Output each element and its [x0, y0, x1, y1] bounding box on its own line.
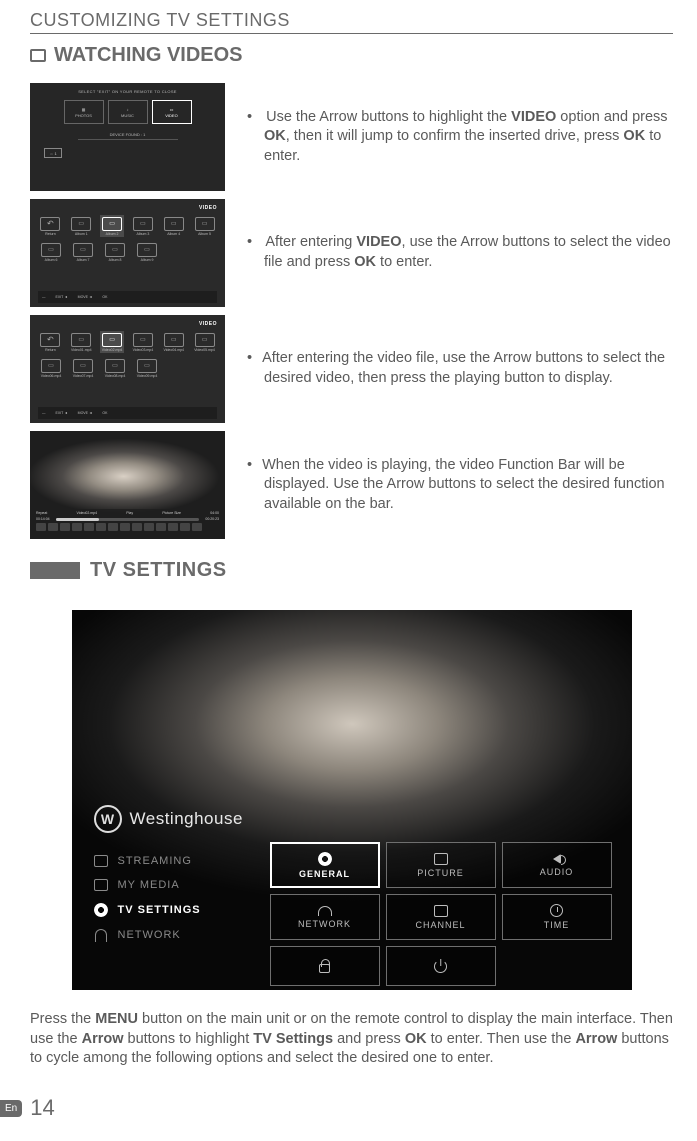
thumb3-video: ▭Video04.mp4: [161, 331, 186, 353]
thumb1-usb: ⇔ 1: [44, 148, 62, 158]
tile-picture[interactable]: PICTURE: [386, 842, 496, 888]
step-1-text: Use the Arrow buttons to highlight the V…: [247, 108, 673, 167]
step-3-text: After entering the video file, use the A…: [247, 349, 673, 388]
tv-settings-paragraph: Press the MENU button on the main unit o…: [30, 1010, 673, 1069]
thumb2-album: ▭Album 7: [70, 241, 96, 263]
menu-tv-settings[interactable]: TV SETTINGS: [94, 903, 243, 917]
thumb3-video: ▭Video03.mp4: [130, 331, 155, 353]
thumb3-video: ▭Video09.mp4: [134, 357, 160, 379]
gear-icon: [318, 852, 332, 866]
thumb4-time-left: 00:14:04: [36, 517, 50, 521]
thumb2-bottombar: —EXIT ◄MOVE ◄OK: [38, 291, 217, 303]
thumb4-buttons: [36, 523, 219, 531]
thumb2-album: ▭Album 8: [102, 241, 128, 263]
section-watching-videos-title: WATCHING VIDEOS: [30, 44, 673, 67]
page-header: CUSTOMIZING TV SETTINGS: [30, 10, 673, 34]
thumb-playback: Repeat Video02.mp4 Play Picture Size 04:…: [30, 431, 225, 539]
thumb1-card-video: ▭VIDEO: [152, 100, 192, 124]
list-icon: [434, 905, 448, 917]
brand: W Westinghouse: [94, 805, 243, 833]
menu-network[interactable]: NETWORK: [94, 929, 243, 941]
thumb2-album: ▭Album 1: [69, 215, 94, 237]
thumb2-album: ▭Album 6: [38, 241, 64, 263]
thumb2-header: VIDEO: [38, 205, 217, 211]
tile-time[interactable]: TIME: [502, 894, 612, 940]
thumb3-video: ▭Video08.mp4: [102, 357, 128, 379]
thumb3-video: ▭Video01.mp4: [69, 331, 94, 353]
step-2: VIDEO ↶Return ▭Album 1 ▭Album 2 ▭Album 3…: [30, 199, 673, 307]
tile-channel[interactable]: CHANNEL: [386, 894, 496, 940]
step-4-text: When the video is playing, the video Fun…: [247, 456, 673, 515]
page-footer: En 14: [0, 1095, 55, 1121]
title-stripe: [30, 562, 80, 579]
clock-icon: [550, 904, 563, 917]
gear-icon: [94, 903, 108, 917]
speaker-icon: [553, 854, 561, 864]
thumb1-device-label: DEVICE FOUND : 1: [110, 132, 146, 137]
tile-power[interactable]: [386, 946, 496, 986]
monitor-icon: [94, 855, 108, 867]
thumb3-header: VIDEO: [38, 321, 217, 327]
thumb1-card-photos: ▦PHOTOS: [64, 100, 104, 124]
section-title-text: WATCHING VIDEOS: [54, 44, 243, 67]
step-4: Repeat Video02.mp4 Play Picture Size 04:…: [30, 431, 673, 539]
video-section-icon: [30, 49, 46, 62]
thumb1-divider: [78, 139, 178, 140]
thumb3-video: ▭Video06.mp4: [38, 357, 64, 379]
menu-streaming[interactable]: STREAMING: [94, 855, 243, 867]
thumb2-album-selected: ▭Album 2: [100, 215, 125, 237]
wifi-icon: [94, 929, 108, 941]
thumb3-video-selected: ▭Video02.mp4: [100, 331, 125, 353]
tile-general[interactable]: GENERAL: [270, 842, 380, 888]
step-2-text: After entering VIDEO, use the Arrow butt…: [247, 233, 673, 272]
tv-settings-label: TV SETTINGS: [90, 559, 227, 582]
step-1: SELECT "EXIT" ON YOUR REMOTE TO CLOSE ▦P…: [30, 83, 673, 191]
tile-network[interactable]: NETWORK: [270, 894, 380, 940]
thumb-video-grid: VIDEO ↶Return ▭Video01.mp4 ▭Video02.mp4 …: [30, 315, 225, 423]
step-3: VIDEO ↶Return ▭Video01.mp4 ▭Video02.mp4 …: [30, 315, 673, 423]
lock-icon: [319, 964, 330, 973]
thumb3-bottombar: —EXIT ◄MOVE ◄OK: [38, 407, 217, 419]
thumb2-album: ▭Album 9: [134, 241, 160, 263]
thumb1-card-music: ♪MUSIC: [108, 100, 148, 124]
thumb-album-grid: VIDEO ↶Return ▭Album 1 ▭Album 2 ▭Album 3…: [30, 199, 225, 307]
thumb2-return: ↶Return: [38, 215, 63, 237]
section-tv-settings-title: TV SETTINGS: [30, 559, 673, 582]
thumb2-album: ▭Album 5: [192, 215, 217, 237]
thumb3-video: ▭Video05.mp4: [192, 331, 217, 353]
menu-my-media[interactable]: MY MEDIA: [94, 879, 243, 891]
thumb3-return: ↶Return: [38, 331, 63, 353]
tile-audio[interactable]: AUDIO: [502, 842, 612, 888]
brand-logo-icon: W: [94, 805, 122, 833]
settings-tiles: GENERAL PICTURE AUDIO NETWORK CHANNEL TI…: [270, 842, 612, 990]
camera-icon: [94, 879, 108, 891]
monitor-icon: [434, 853, 448, 865]
thumb3-video: ▭Video07.mp4: [70, 357, 96, 379]
thumb1-top-label: SELECT "EXIT" ON YOUR REMOTE TO CLOSE: [78, 89, 177, 94]
footer-lang: En: [0, 1100, 22, 1117]
thumb4-time-right: 00:20:23: [205, 517, 219, 521]
thumb2-album: ▭Album 4: [161, 215, 186, 237]
thumb4-progress: [56, 518, 200, 521]
thumb2-album: ▭Album 3: [130, 215, 155, 237]
thumb-select-media: SELECT "EXIT" ON YOUR REMOTE TO CLOSE ▦P…: [30, 83, 225, 191]
power-icon: [434, 960, 447, 973]
tv-settings-screenshot: W Westinghouse STREAMING MY MEDIA TV SET…: [72, 610, 632, 990]
tile-lock[interactable]: [270, 946, 380, 986]
footer-page-number: 14: [30, 1095, 54, 1121]
brand-name: Westinghouse: [130, 809, 243, 829]
wifi-icon: [318, 906, 332, 916]
